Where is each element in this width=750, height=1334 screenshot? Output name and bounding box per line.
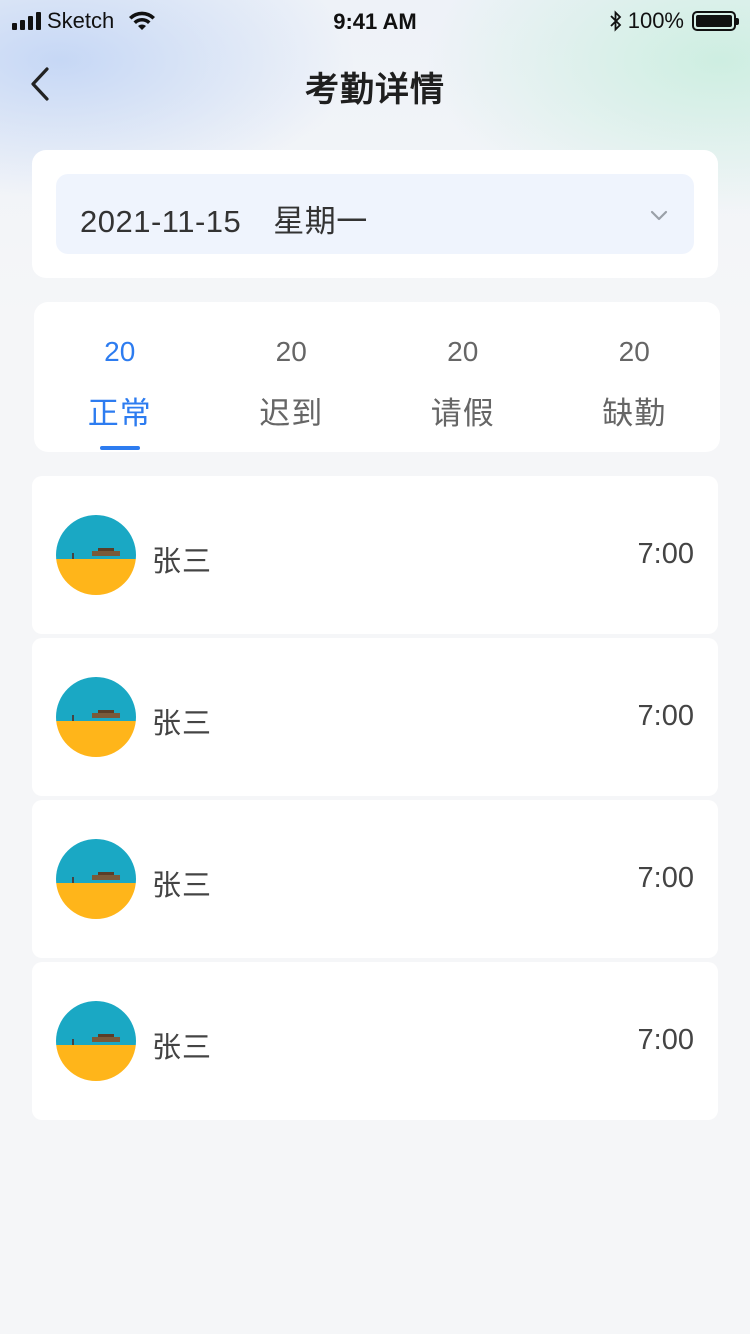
bluetooth-icon <box>610 10 621 32</box>
tab-count: 20 <box>275 336 307 367</box>
avatar <box>56 677 136 757</box>
check-in-time: 7:00 <box>637 862 694 894</box>
list-item[interactable]: 张三 7:00 <box>32 962 718 1120</box>
avatar-image <box>56 677 136 757</box>
date-picker[interactable]: 2021-11-15 星期一 <box>56 174 694 254</box>
status-bar: Sketch 9:41 AM 100% <box>0 0 750 44</box>
attendance-list: 张三 7:00 张三 7:00 张三 7:00 张三 7:00 <box>32 476 718 1124</box>
tab-label: 缺勤 <box>602 396 667 432</box>
tab-count: 20 <box>104 336 136 367</box>
employee-name: 张三 <box>152 706 213 740</box>
tab-absent[interactable]: 20 缺勤 <box>549 302 721 452</box>
tab-normal[interactable]: 20 正常 <box>34 302 206 452</box>
employee-name: 张三 <box>152 1030 213 1064</box>
date-picker-value: 2021-11-15 星期一 <box>80 196 368 241</box>
list-item[interactable]: 张三 7:00 <box>32 476 718 634</box>
avatar-image <box>56 1001 136 1081</box>
employee-name: 张三 <box>152 544 213 578</box>
date-value: 2021-11-15 <box>80 204 242 239</box>
tab-count: 20 <box>447 336 479 367</box>
avatar <box>56 839 136 919</box>
status-bar-right: 100% <box>608 8 739 34</box>
check-in-time: 7:00 <box>637 538 694 570</box>
page-title: 考勤详情 <box>305 70 445 110</box>
list-item[interactable]: 张三 7:00 <box>32 638 718 796</box>
check-in-time: 7:00 <box>637 1024 694 1056</box>
chevron-down-icon <box>650 210 668 221</box>
tab-label: 正常 <box>87 396 152 432</box>
avatar-image <box>56 839 136 919</box>
tab-label: 迟到 <box>259 396 324 432</box>
check-in-time: 7:00 <box>637 700 694 732</box>
battery-icon <box>692 11 739 31</box>
avatar <box>56 1001 136 1081</box>
employee-name: 张三 <box>152 868 213 902</box>
weekday-value: 星期一 <box>273 204 368 239</box>
nav-bar: 考勤详情 <box>0 44 750 124</box>
avatar <box>56 515 136 595</box>
tab-count: 20 <box>618 336 650 367</box>
status-tabs: 20 正常 20 迟到 20 请假 20 缺勤 <box>34 302 720 452</box>
avatar-image <box>56 515 136 595</box>
date-card: 2021-11-15 星期一 <box>32 150 718 278</box>
tab-leave[interactable]: 20 请假 <box>377 302 549 452</box>
battery-percent: 100% <box>627 8 684 33</box>
tab-active-indicator <box>99 446 140 450</box>
list-item[interactable]: 张三 7:00 <box>32 800 718 958</box>
tab-label: 请假 <box>430 396 495 432</box>
tab-late[interactable]: 20 迟到 <box>206 302 378 452</box>
